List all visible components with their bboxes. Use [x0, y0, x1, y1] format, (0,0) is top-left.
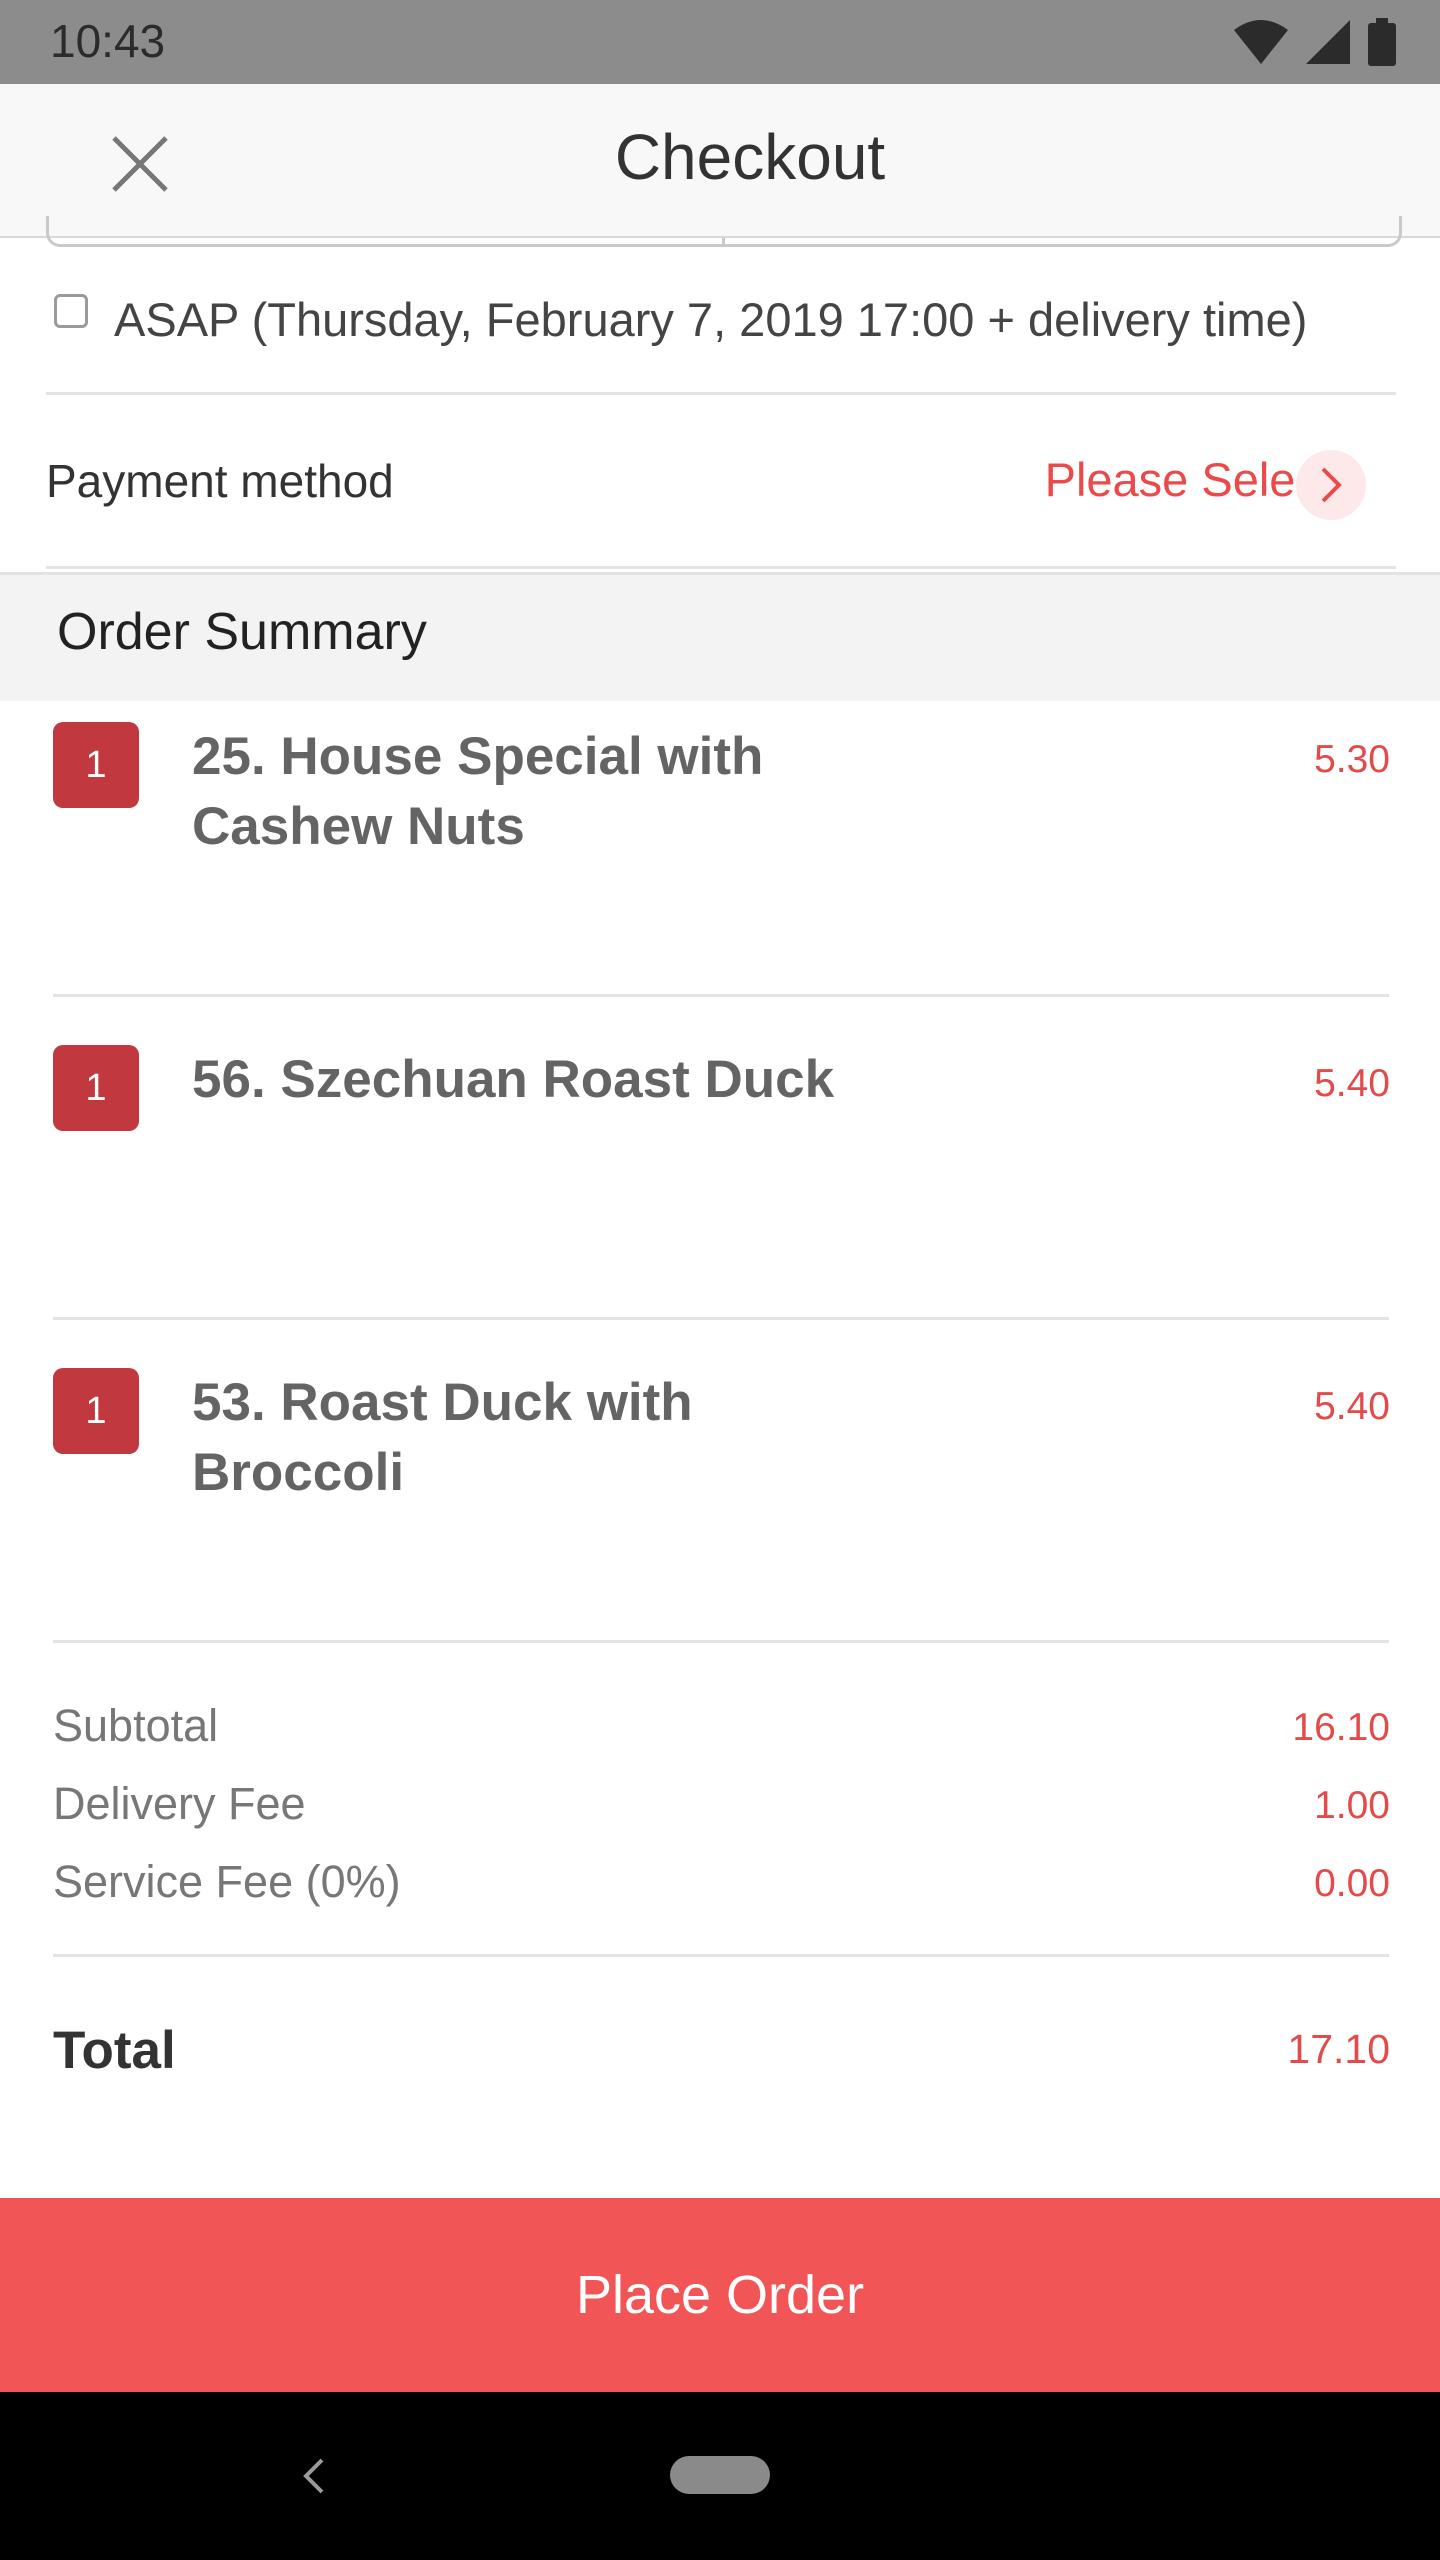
quantity-badge[interactable]: 1	[53, 1045, 139, 1131]
wifi-icon	[1234, 20, 1288, 64]
chevron-right-icon[interactable]	[1296, 450, 1366, 520]
quantity-badge[interactable]: 1	[53, 722, 139, 808]
divider	[53, 1954, 1389, 1957]
status-bar	[0, 0, 1440, 84]
service-fee-value: 0.00	[1314, 1862, 1390, 1905]
item-price: 5.30	[1314, 738, 1390, 781]
asap-label: ASAP (Thursday, February 7, 2019 17:00 +…	[114, 293, 1308, 346]
payment-method-label: Payment method	[46, 455, 394, 507]
divider	[53, 1317, 1389, 1320]
delivery-fee-value: 1.00	[1314, 1784, 1390, 1827]
status-time: 10:43	[50, 15, 166, 67]
payment-method-value[interactable]: Please Select	[1045, 452, 1332, 507]
order-summary-title: Order Summary	[57, 603, 427, 661]
divider	[46, 566, 1396, 569]
quantity-badge[interactable]: 1	[53, 1368, 139, 1454]
item-name: 25. House Special with Cashew Nuts	[192, 727, 764, 856]
divider	[53, 1640, 1389, 1643]
item-name: 56. Szechuan Roast Duck	[192, 1050, 835, 1109]
subtotal-value: 16.10	[1292, 1706, 1390, 1749]
back-icon[interactable]	[288, 2448, 338, 2504]
asap-checkbox[interactable]	[54, 294, 88, 328]
place-order-button[interactable]: Place Order	[0, 2198, 1440, 2392]
item-price: 5.40	[1314, 1385, 1390, 1428]
subtotal-label: Subtotal	[53, 1700, 219, 1751]
divider	[53, 994, 1389, 997]
delivery-fee-label: Delivery Fee	[53, 1778, 306, 1829]
item-name: 53. Roast Duck with Broccoli	[192, 1373, 693, 1502]
service-fee-label: Service Fee (0%)	[53, 1856, 401, 1907]
cell-signal-icon	[1306, 20, 1350, 64]
field-divider	[722, 238, 725, 246]
home-pill-icon[interactable]	[670, 2456, 770, 2494]
item-price: 5.40	[1314, 1062, 1390, 1105]
status-icons	[1234, 18, 1396, 66]
divider	[46, 392, 1396, 395]
total-value: 17.10	[1287, 2026, 1390, 2072]
battery-icon	[1368, 18, 1396, 66]
page-title: Checkout	[614, 121, 886, 193]
total-label: Total	[53, 2021, 176, 2080]
